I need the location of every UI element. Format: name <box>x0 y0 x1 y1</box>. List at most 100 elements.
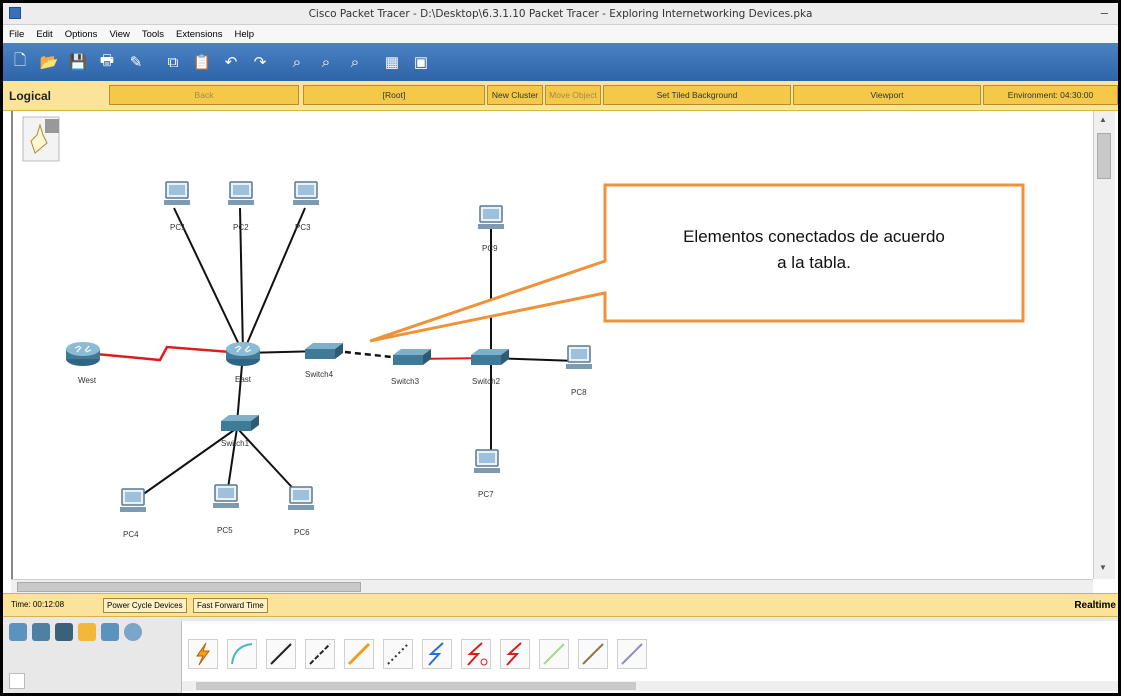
select-tool-icon[interactable] <box>22 116 60 162</box>
simulation-time: Time: 00:12:08 <box>11 600 65 609</box>
device-pc8[interactable] <box>565 345 593 370</box>
callout-line-2: a la tabla. <box>777 253 851 272</box>
realtime-mode-tab[interactable]: Realtime <box>1074 600 1116 611</box>
routers-category-icon[interactable] <box>9 623 27 641</box>
undo-icon[interactable]: ↶ <box>220 51 242 73</box>
label-east: East <box>235 375 252 384</box>
hubs-category-icon[interactable] <box>55 623 73 641</box>
device-west-router[interactable] <box>65 341 101 367</box>
paste-icon[interactable]: 📋 <box>191 51 213 73</box>
scroll-down-icon[interactable]: ▼ <box>1099 563 1107 572</box>
workspace-horizontal-scrollbar[interactable] <box>11 579 1093 593</box>
menu-view[interactable]: View <box>109 29 129 40</box>
fast-forward-time-button[interactable]: Fast Forward Time <box>193 598 268 613</box>
octal-cable-icon[interactable] <box>539 639 569 669</box>
device-pc4[interactable] <box>119 488 147 513</box>
device-pc7[interactable] <box>473 449 501 474</box>
environment-button[interactable]: Environment: 04:30:00 <box>983 85 1118 105</box>
menu-options[interactable]: Options <box>65 29 98 40</box>
serial-dte-icon[interactable] <box>500 639 530 669</box>
zoom-reset-icon[interactable]: ⌕ <box>315 51 337 73</box>
custom-device-icon[interactable]: ▣ <box>410 51 432 73</box>
logical-label[interactable]: Logical <box>9 89 51 103</box>
label-pc1: PC1 <box>170 223 186 232</box>
device-pc6[interactable] <box>287 486 315 511</box>
copper-cross-over-icon[interactable] <box>305 639 335 669</box>
device-selection-panel <box>3 617 1118 693</box>
save-icon[interactable]: 💾 <box>67 51 89 73</box>
connections-scroll-thumb[interactable] <box>196 682 636 690</box>
label-pc4: PC4 <box>123 530 139 539</box>
topology-canvas: PC1 PC2 PC3 PC9 PC8 PC7 PC4 PC5 PC6 West… <box>22 116 1025 539</box>
menu-bar: File Edit Options View Tools Extensions … <box>3 25 1118 43</box>
label-switch4: Switch4 <box>305 370 334 379</box>
label-pc5: PC5 <box>217 526 233 535</box>
new-file-icon[interactable]: 🗋 <box>9 51 31 73</box>
redo-icon[interactable]: ↷ <box>249 51 271 73</box>
label-pc8: PC8 <box>571 388 587 397</box>
automatic-connection-icon[interactable] <box>188 639 218 669</box>
logical-workspace-bar: Logical Back [Root] New Cluster Move Obj… <box>3 81 1118 111</box>
menu-edit[interactable]: Edit <box>36 29 52 40</box>
device-switch1[interactable] <box>221 415 259 431</box>
end-devices-category-icon[interactable] <box>101 623 119 641</box>
zoom-in-icon[interactable]: ⌕ <box>286 51 308 73</box>
workspace-vertical-scrollbar[interactable]: ▲ ▼ <box>1093 111 1115 579</box>
callout-note[interactable]: Elementos conectados de acuerdo a la tab… <box>369 183 1025 343</box>
set-tiled-background-button[interactable]: Set Tiled Background <box>603 85 791 105</box>
copy-icon[interactable]: ⧉ <box>162 51 184 73</box>
back-button[interactable]: Back <box>109 85 299 105</box>
open-folder-icon[interactable]: 📂 <box>38 51 60 73</box>
connections-scrollbar[interactable] <box>182 681 1118 691</box>
coaxial-cable-icon[interactable] <box>422 639 452 669</box>
window-title: Cisco Packet Tracer - D:\Desktop\6.3.1.1… <box>308 8 813 20</box>
realtime-status-bar: Time: 00:12:08 Power Cycle Devices Fast … <box>3 593 1118 617</box>
scroll-up-icon[interactable]: ▲ <box>1099 115 1107 124</box>
label-pc2: PC2 <box>233 223 249 232</box>
horizontal-scroll-thumb[interactable] <box>17 582 361 592</box>
move-object-button[interactable]: Move Object <box>545 85 601 105</box>
fiber-icon[interactable] <box>344 639 374 669</box>
title-bar: Cisco Packet Tracer - D:\Desktop\6.3.1.1… <box>3 3 1118 25</box>
label-switch1: Switch1 <box>221 439 250 448</box>
print-icon[interactable]: 🖶 <box>96 51 118 73</box>
root-button[interactable]: [Root] <box>303 85 485 105</box>
device-pc3[interactable] <box>292 181 320 206</box>
copper-straight-through-icon[interactable] <box>266 639 296 669</box>
menu-extensions[interactable]: Extensions <box>176 29 222 40</box>
menu-tools[interactable]: Tools <box>142 29 164 40</box>
new-cluster-button[interactable]: New Cluster <box>487 85 543 105</box>
app-window: Cisco Packet Tracer - D:\Desktop\6.3.1.1… <box>0 0 1121 696</box>
connection-types <box>181 621 1118 693</box>
label-pc3: PC3 <box>295 223 311 232</box>
minimize-icon[interactable]: – <box>1101 5 1108 20</box>
auto-connection-icon[interactable] <box>9 673 25 689</box>
usb-cable-icon[interactable] <box>617 639 647 669</box>
menu-file[interactable]: File <box>9 29 24 40</box>
iot-custom-cable-icon[interactable] <box>578 639 608 669</box>
phone-cable-icon[interactable] <box>383 639 413 669</box>
zoom-out-icon[interactable]: ⌕ <box>344 51 366 73</box>
device-pc2[interactable] <box>227 181 255 206</box>
logical-workspace[interactable]: PC1 PC2 PC3 PC9 PC8 PC7 PC4 PC5 PC6 West… <box>11 111 1093 579</box>
label-pc7: PC7 <box>478 490 494 499</box>
device-pc9[interactable] <box>477 205 505 230</box>
palette-icon[interactable]: ▦ <box>381 51 403 73</box>
serial-dce-icon[interactable] <box>461 639 491 669</box>
device-pc1[interactable] <box>163 181 191 206</box>
device-switch2[interactable] <box>471 349 509 365</box>
vertical-scroll-thumb[interactable] <box>1097 133 1111 179</box>
menu-help[interactable]: Help <box>235 29 255 40</box>
activity-wizard-icon[interactable]: ✎ <box>125 51 147 73</box>
connections-category-icon[interactable] <box>78 623 96 641</box>
switches-category-icon[interactable] <box>32 623 50 641</box>
device-switch4[interactable] <box>305 343 343 359</box>
console-cable-icon[interactable] <box>227 639 257 669</box>
viewport-button[interactable]: Viewport <box>793 85 981 105</box>
power-cycle-devices-button[interactable]: Power Cycle Devices <box>103 598 187 613</box>
device-east-router[interactable] <box>225 341 261 367</box>
wan-emulation-category-icon[interactable] <box>124 623 142 641</box>
device-pc5[interactable] <box>212 484 240 509</box>
main-toolbar: 🗋 📂 💾 🖶 ✎ ⧉ 📋 ↶ ↷ ⌕ ⌕ ⌕ ▦ ▣ <box>3 43 1118 81</box>
device-switch3[interactable] <box>393 349 431 365</box>
